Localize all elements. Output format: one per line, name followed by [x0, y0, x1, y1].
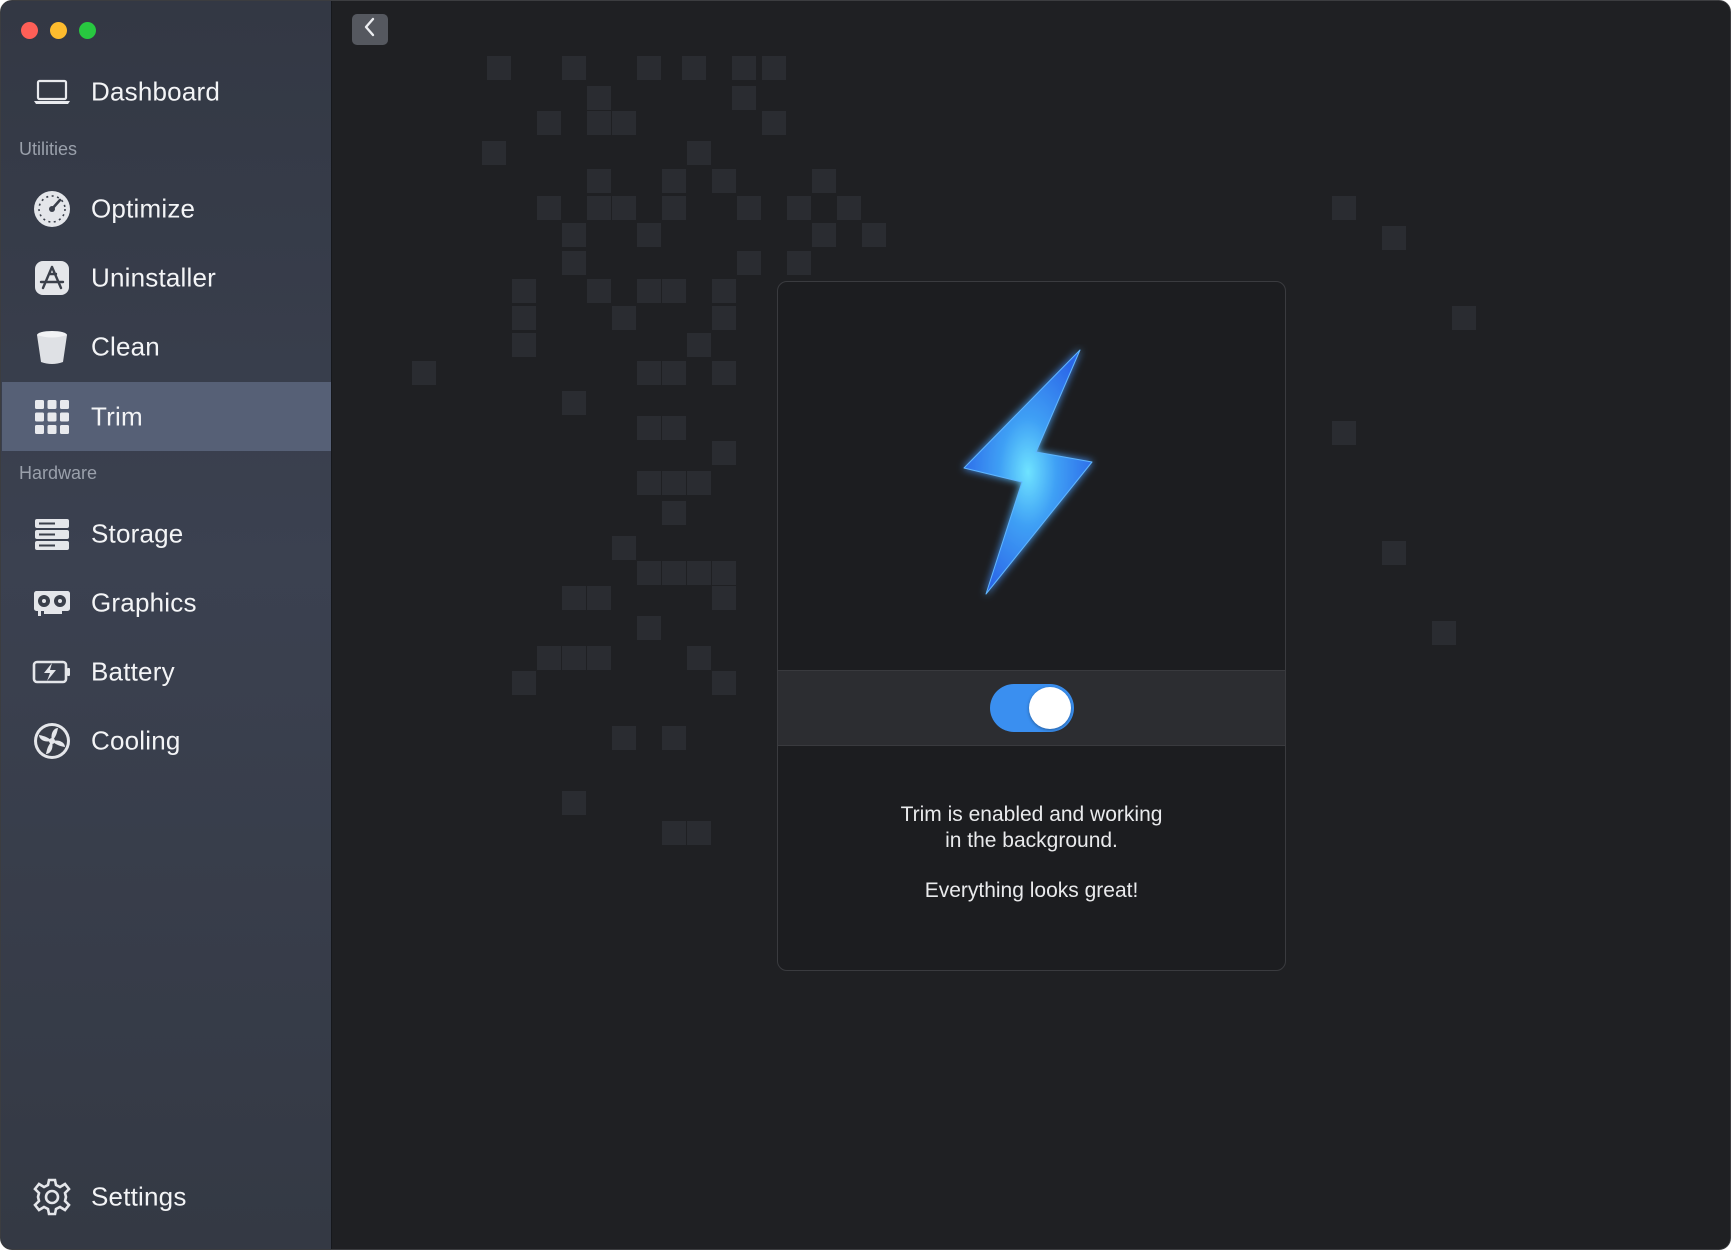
close-window-button[interactable] — [21, 22, 38, 39]
trash-bin-icon — [31, 326, 73, 368]
sidebar-item-label: Cooling — [91, 725, 181, 755]
sidebar-item-dashboard[interactable]: Dashboard — [2, 57, 331, 126]
section-label-utilities: Utilities — [19, 139, 78, 159]
sidebar-item-label: Battery — [91, 656, 175, 686]
minimize-window-button[interactable] — [50, 22, 67, 39]
laptop-icon — [31, 71, 73, 113]
app-store-icon — [31, 257, 73, 299]
sidebar-item-optimize[interactable]: Optimize — [2, 174, 331, 243]
speedometer-icon — [31, 188, 73, 230]
card-illustration — [778, 282, 1285, 670]
graphics-card-icon — [31, 582, 73, 624]
section-label-hardware: Hardware — [19, 463, 98, 483]
toggle-knob — [1028, 687, 1071, 729]
sidebar-item-label: Trim — [91, 401, 143, 431]
sidebar-item-settings[interactable]: Settings — [2, 1162, 331, 1231]
gear-icon — [31, 1176, 73, 1218]
sidebar-item-label: Graphics — [91, 587, 197, 617]
sidebar-item-label: Settings — [91, 1181, 187, 1211]
trim-status-card: Trim is enabled and working in the backg… — [777, 281, 1286, 971]
status-line-2: in the background. — [945, 829, 1118, 852]
main-content: Trim is enabled and working in the backg… — [332, 1, 1730, 1249]
status-line-3: Everything looks great! — [924, 879, 1139, 902]
sidebar-item-label: Uninstaller — [91, 262, 217, 292]
sidebar-item-label: Dashboard — [91, 76, 220, 106]
back-button[interactable] — [352, 14, 388, 45]
toggle-bar — [778, 670, 1285, 746]
trim-toggle-switch[interactable] — [989, 684, 1074, 732]
status-message: Trim is enabled and working in the backg… — [778, 802, 1285, 904]
sidebar-item-label: Clean — [91, 331, 160, 361]
battery-bolt-icon — [31, 651, 73, 693]
sidebar-item-storage[interactable]: Storage — [2, 499, 331, 568]
sidebar: Dashboard Utilities Optimize Uninstaller… — [1, 1, 332, 1249]
chevron-left-icon — [362, 17, 378, 42]
sidebar-item-cooling[interactable]: Cooling — [2, 706, 331, 775]
sidebar-item-graphics[interactable]: Graphics — [2, 568, 331, 637]
sidebar-item-trim[interactable]: Trim — [2, 382, 331, 451]
sidebar-item-clean[interactable]: Clean — [2, 312, 331, 381]
server-icon — [31, 513, 73, 555]
zoom-window-button[interactable] — [79, 22, 96, 39]
status-line-1: Trim is enabled and working — [900, 803, 1163, 826]
app-window: Dashboard Utilities Optimize Uninstaller… — [0, 0, 1731, 1250]
sidebar-item-battery[interactable]: Battery — [2, 637, 331, 706]
sidebar-item-label: Storage — [91, 518, 184, 548]
lightning-bolt-icon — [952, 344, 1112, 609]
sidebar-item-label: Optimize — [91, 193, 196, 223]
grid-icon — [31, 396, 73, 438]
traffic-lights — [21, 22, 96, 39]
sidebar-item-uninstaller[interactable]: Uninstaller — [2, 243, 331, 312]
fan-icon — [31, 720, 73, 762]
